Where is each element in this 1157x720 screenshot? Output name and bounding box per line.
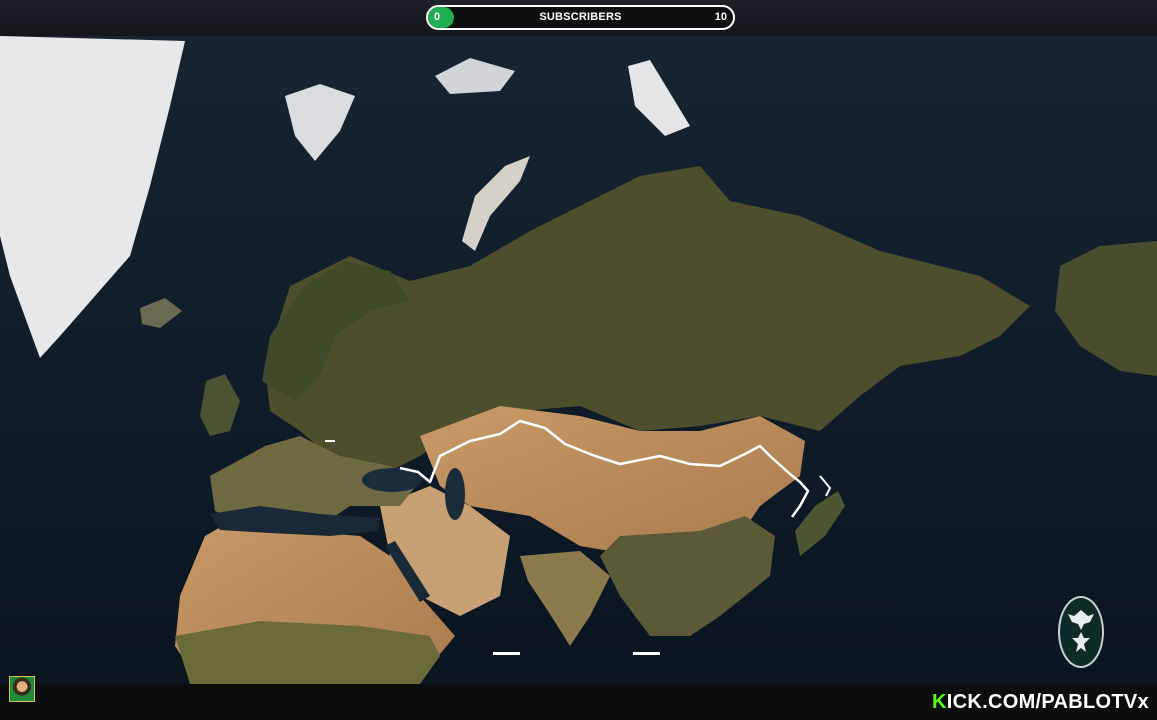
map-dash-right xyxy=(633,652,660,655)
kick-url-text: ICK.COM/PABLOTVx xyxy=(946,691,1149,713)
subscriber-goal-label: SUBSCRIBERS xyxy=(539,11,622,23)
subscriber-progress-bar: 0 SUBSCRIBERS 10 xyxy=(426,5,735,30)
satellite-map xyxy=(0,36,1157,684)
streamer-avatar xyxy=(9,676,35,702)
caspian-sea xyxy=(445,468,465,520)
kick-channel-link[interactable]: KICK.COM/PABLOTVx xyxy=(932,688,1149,716)
kick-logo-k: K xyxy=(932,691,947,713)
top-bar: 0 SUBSCRIBERS 10 xyxy=(0,0,1157,36)
phoenix-emblem-logo xyxy=(1058,596,1104,668)
map-dash-left xyxy=(493,652,520,655)
subscriber-goal-max: 10 xyxy=(714,11,727,23)
